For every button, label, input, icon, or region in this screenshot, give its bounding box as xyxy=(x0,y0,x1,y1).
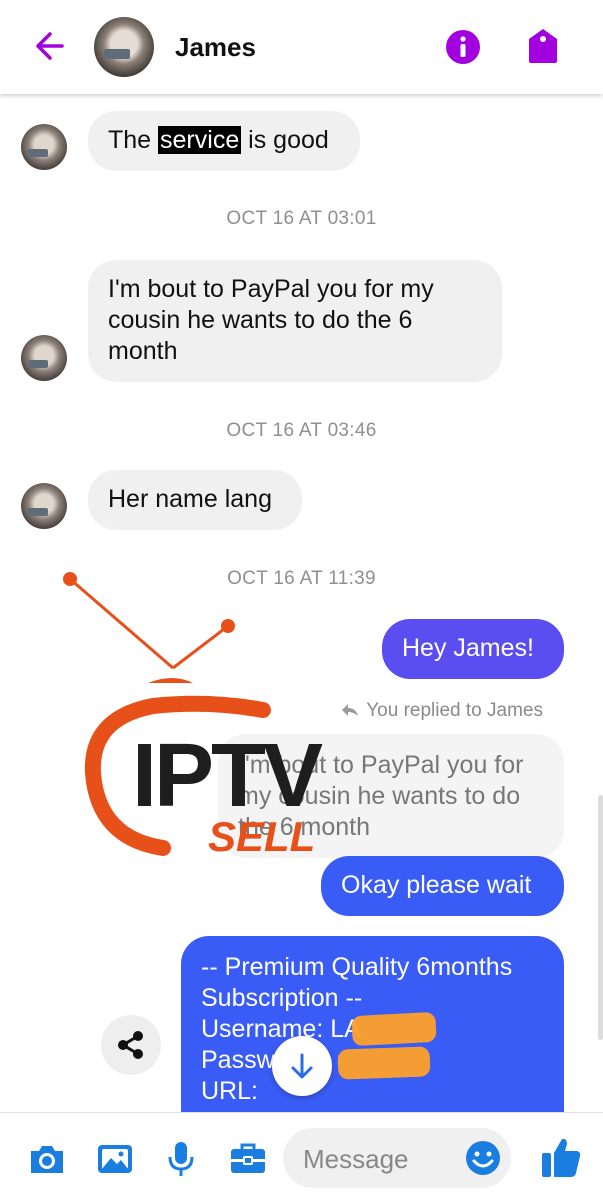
message-line: URL: xyxy=(201,1077,258,1105)
arrow-left-icon[interactable] xyxy=(28,26,68,66)
highlighted-text: service xyxy=(158,126,242,154)
share-icon xyxy=(118,1031,143,1059)
composer-bar: Message xyxy=(0,1112,603,1201)
message-text: is good xyxy=(241,126,329,154)
thumbs-up-icon[interactable] xyxy=(540,1135,582,1179)
camera-icon[interactable] xyxy=(27,1139,67,1179)
message-placeholder: Message xyxy=(303,1144,409,1174)
reply-note: You replied to James xyxy=(340,700,543,722)
share-button[interactable] xyxy=(101,1015,161,1075)
message-text: The xyxy=(108,126,159,154)
message-line: Subscription -- xyxy=(201,984,363,1012)
emoji-icon[interactable] xyxy=(465,1140,501,1176)
tag-icon[interactable] xyxy=(526,27,560,65)
logo-text: IPTV xyxy=(132,726,323,826)
incoming-message[interactable]: Her name lang xyxy=(88,470,302,530)
redaction-mark xyxy=(337,1046,431,1080)
logo-subtext: SELL xyxy=(208,813,315,860)
message-input[interactable]: Message xyxy=(283,1128,511,1188)
outgoing-message[interactable]: Hey James! xyxy=(382,619,564,679)
image-icon[interactable] xyxy=(95,1139,135,1179)
scrollbar[interactable] xyxy=(598,795,603,1040)
scroll-down-button[interactable] xyxy=(272,1036,332,1096)
incoming-message[interactable]: The service is good xyxy=(88,111,360,171)
reply-note-text: You replied to James xyxy=(366,700,543,721)
arrow-down-icon xyxy=(291,1053,313,1079)
sender-avatar[interactable] xyxy=(21,483,67,529)
timestamp: OCT 16 AT 03:46 xyxy=(226,420,377,441)
incoming-message[interactable]: I'm bout to PayPal you for my cousin he … xyxy=(88,260,502,382)
timestamp: OCT 16 AT 03:01 xyxy=(226,208,377,229)
sender-avatar[interactable] xyxy=(21,124,67,170)
toolbox-icon[interactable] xyxy=(228,1139,268,1179)
chat-header: James xyxy=(0,0,603,94)
message-line: -- Premium Quality 6months xyxy=(201,953,513,981)
sender-avatar[interactable] xyxy=(21,335,67,381)
info-icon[interactable] xyxy=(445,29,481,65)
microphone-icon[interactable] xyxy=(161,1139,201,1179)
contact-name[interactable]: James xyxy=(175,32,256,63)
contact-avatar[interactable] xyxy=(94,17,154,77)
iptv-sell-watermark-logo: IPTV SELL xyxy=(63,572,326,860)
redaction-mark xyxy=(351,1011,437,1047)
